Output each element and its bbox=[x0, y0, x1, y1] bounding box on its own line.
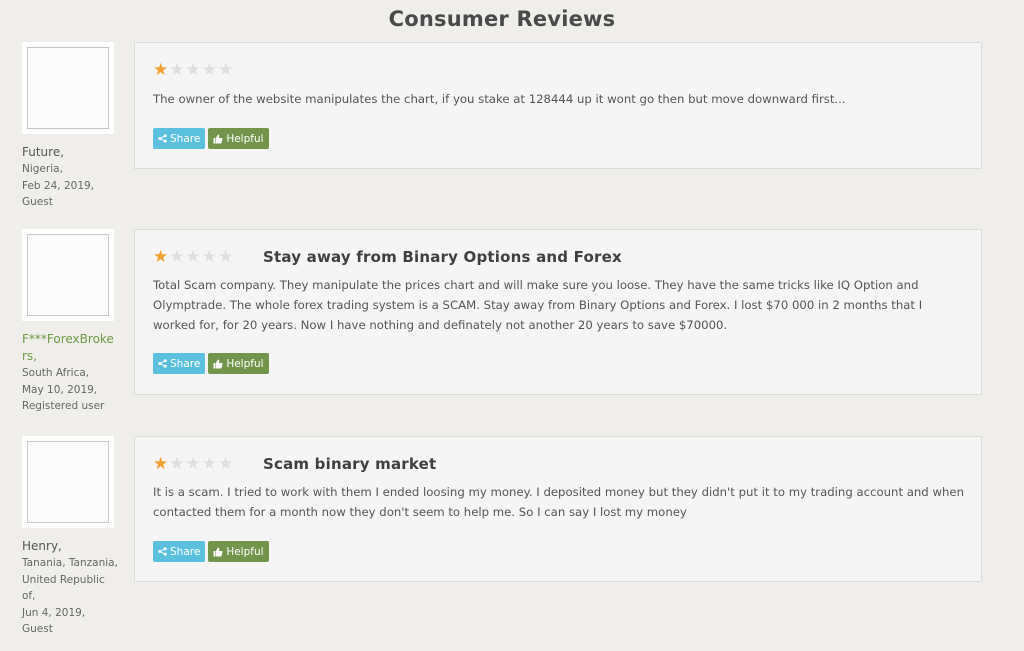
reviewer-country: South Africa, bbox=[22, 367, 90, 379]
star-rating: ★ ★ ★ ★ ★ bbox=[153, 62, 233, 79]
reviewer-country: Tanania, Tanzania, United Republic of, bbox=[22, 557, 118, 602]
review-text: Total Scam company. They manipulate the … bbox=[153, 278, 923, 332]
helpful-label: Helpful bbox=[226, 545, 264, 558]
avatar bbox=[22, 229, 114, 321]
reviewer-info: F***ForexBrokers, South Africa, May 10, … bbox=[22, 331, 118, 415]
helpful-button[interactable]: Helpful bbox=[208, 353, 269, 374]
review-actions: Share Helpful bbox=[153, 353, 269, 374]
share-icon bbox=[158, 547, 167, 556]
page-title: Consumer Reviews bbox=[388, 7, 616, 31]
star-icon: ★ bbox=[169, 60, 185, 80]
star-icon: ★ bbox=[201, 454, 217, 474]
thumbs-up-icon bbox=[213, 547, 223, 556]
review-card: ★ ★ ★ ★ ★ Scam binary market It is a sca… bbox=[134, 436, 982, 582]
helpful-label: Helpful bbox=[226, 357, 264, 370]
share-icon bbox=[158, 359, 167, 368]
review-text: The owner of the website manipulates the… bbox=[153, 92, 846, 106]
review-card: ★ ★ ★ ★ ★ Stay away from Binary Options … bbox=[134, 229, 982, 395]
star-icon: ★ bbox=[218, 247, 234, 267]
share-icon bbox=[158, 134, 167, 143]
review-title: Scam binary market bbox=[263, 455, 437, 473]
review-date: Feb 24, 2019, bbox=[22, 179, 95, 192]
reviewer-name: Future, bbox=[22, 145, 65, 159]
share-label: Share bbox=[170, 132, 201, 145]
star-icon: ★ bbox=[169, 454, 185, 474]
share-button[interactable]: Share bbox=[153, 353, 206, 374]
review-title: Stay away from Binary Options and Forex bbox=[263, 248, 622, 266]
review-text: It is a scam. I tried to work with them … bbox=[153, 485, 965, 519]
share-label: Share bbox=[170, 545, 201, 558]
review-actions: Share Helpful bbox=[153, 128, 269, 149]
star-icon: ★ bbox=[201, 247, 217, 267]
share-button[interactable]: Share bbox=[153, 541, 206, 562]
star-icon: ★ bbox=[153, 454, 169, 474]
reviewer-info: Future, Nigeria, Feb 24, 2019, Guest bbox=[22, 144, 118, 211]
reviewer-role: Registered user bbox=[22, 400, 105, 412]
reviewer-role: Guest bbox=[22, 196, 53, 208]
review-card: ★ ★ ★ ★ ★ The owner of the website manip… bbox=[134, 42, 982, 169]
reviewer-name-link[interactable]: F***ForexBrokers, bbox=[22, 331, 118, 365]
helpful-button[interactable]: Helpful bbox=[208, 541, 269, 562]
reviewer-country: Nigeria, bbox=[22, 163, 63, 175]
star-icon: ★ bbox=[153, 247, 169, 267]
helpful-button[interactable]: Helpful bbox=[208, 128, 269, 149]
reviewer-name: Henry, bbox=[22, 539, 62, 553]
star-icon: ★ bbox=[153, 60, 169, 80]
share-label: Share bbox=[170, 357, 201, 370]
reviewer-info: Henry, Tanania, Tanzania, United Republi… bbox=[22, 538, 118, 638]
star-icon: ★ bbox=[185, 247, 201, 267]
star-icon: ★ bbox=[185, 454, 201, 474]
review-date: May 10, 2019, bbox=[22, 383, 98, 396]
star-icon: ★ bbox=[169, 247, 185, 267]
star-rating: ★ ★ ★ ★ ★ bbox=[153, 456, 233, 473]
avatar bbox=[22, 436, 114, 528]
share-button[interactable]: Share bbox=[153, 128, 206, 149]
reviewer-role: Guest bbox=[22, 623, 53, 635]
thumbs-up-icon bbox=[213, 359, 223, 368]
review-actions: Share Helpful bbox=[153, 541, 269, 562]
star-rating: ★ ★ ★ ★ ★ bbox=[153, 249, 233, 266]
helpful-label: Helpful bbox=[226, 132, 264, 145]
star-icon: ★ bbox=[201, 60, 217, 80]
review-date: Jun 4, 2019, bbox=[22, 606, 86, 619]
star-icon: ★ bbox=[185, 60, 201, 80]
thumbs-up-icon bbox=[213, 134, 223, 143]
star-icon: ★ bbox=[218, 454, 234, 474]
star-icon: ★ bbox=[218, 60, 234, 80]
avatar bbox=[22, 42, 114, 134]
